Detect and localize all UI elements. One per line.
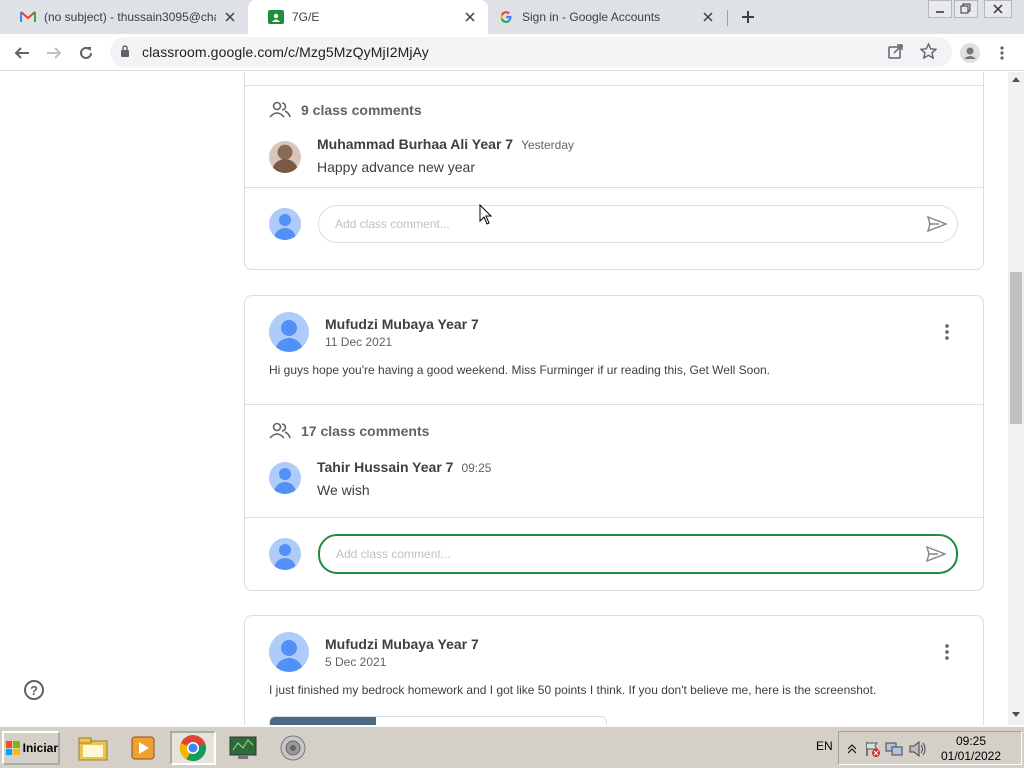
tab-google-signin[interactable]: Sign in - Google Accounts [478, 0, 726, 34]
clock-time[interactable]: 09:25 [941, 734, 1001, 748]
browser-tab-strip: (no subject) - thussain3095@challn 7G/E … [0, 0, 1024, 34]
minimize-button[interactable] [928, 0, 952, 18]
post-author: Mufudzi Mubaya Year 7 [325, 636, 479, 652]
browser-toolbar: classroom.google.com/c/Mzg5MzQyMjI2MjAy [0, 34, 1024, 71]
avatar [269, 462, 301, 494]
restore-button[interactable] [954, 0, 978, 18]
card-divider [245, 187, 983, 188]
avatar [269, 312, 309, 352]
comment-author: Tahir Hussain Year 7 09:25 [317, 459, 492, 475]
gmail-icon [20, 9, 36, 25]
scroll-thumb[interactable] [1010, 272, 1022, 424]
classroom-icon [268, 9, 284, 25]
tab-title: (no subject) - thussain3095@challn [44, 10, 216, 24]
attachment-thumbnail[interactable] [269, 716, 607, 725]
avatar [269, 208, 301, 240]
windows-logo-icon [6, 741, 20, 755]
network-icon[interactable] [885, 740, 903, 758]
action-center-warning-icon[interactable] [863, 740, 881, 758]
post-body: I just finished my bedrock homework and … [269, 683, 877, 697]
class-comments-toggle[interactable]: 9 class comments [269, 101, 422, 119]
network-monitor-icon[interactable] [220, 731, 266, 765]
back-button[interactable] [8, 39, 36, 67]
close-tab-icon[interactable] [462, 9, 478, 25]
comment-text: We wish [317, 482, 370, 498]
clock-date[interactable]: 01/01/2022 [939, 749, 1003, 763]
forward-button[interactable] [40, 39, 68, 67]
post-date: 11 Dec 2021 [325, 335, 393, 349]
url-text: classroom.google.com/c/Mzg5MzQyMjI2MjAy [142, 44, 429, 60]
media-player-icon[interactable] [120, 731, 166, 765]
close-tab-icon[interactable] [700, 9, 716, 25]
start-button[interactable]: Iniciar [2, 731, 60, 765]
classroom-stream: 9 class comments Muhammad Burhaa Ali Yea… [0, 72, 1008, 725]
card-divider [245, 517, 983, 518]
scroll-down-arrow-icon[interactable] [1012, 712, 1020, 718]
post-body: Hi guys hope you're having a good weeken… [269, 363, 770, 377]
start-label: Iniciar [22, 741, 58, 755]
tab-classroom[interactable]: 7G/E [248, 0, 488, 34]
send-icon[interactable] [924, 544, 948, 564]
file-explorer-icon[interactable] [70, 731, 116, 765]
post-date: 5 Dec 2021 [325, 655, 387, 669]
new-tab-button[interactable] [736, 5, 760, 29]
help-icon[interactable]: ? [24, 680, 44, 700]
post-card: 9 class comments Muhammad Burhaa Ali Yea… [244, 72, 984, 270]
page-scrollbar[interactable] [1008, 72, 1024, 725]
volume-icon[interactable] [909, 740, 927, 758]
post-author: Mufudzi Mubaya Year 7 [325, 316, 479, 332]
class-comments-toggle[interactable]: 17 class comments [269, 422, 429, 440]
close-window-button[interactable] [984, 0, 1012, 18]
comment-time: 09:25 [461, 461, 492, 475]
address-bar[interactable]: classroom.google.com/c/Mzg5MzQyMjI2MjAy [110, 37, 952, 67]
more-options-icon[interactable] [935, 640, 959, 664]
tab-title: Sign in - Google Accounts [522, 10, 661, 24]
google-icon [498, 9, 514, 25]
avatar [269, 538, 301, 570]
card-divider [245, 404, 983, 405]
tab-separator [727, 10, 728, 26]
share-icon[interactable] [888, 43, 904, 64]
reload-button[interactable] [72, 39, 100, 67]
comment-author: Muhammad Burhaa Ali Year 7 Yesterday [317, 136, 575, 152]
people-icon [269, 101, 291, 118]
send-icon[interactable] [925, 214, 949, 234]
tab-gmail[interactable]: (no subject) - thussain3095@challn [0, 0, 248, 34]
tab-title: 7G/E [292, 10, 320, 24]
post-card: Mufudzi Mubaya Year 7 5 Dec 2021 I just … [244, 615, 984, 725]
tray-expand-icon[interactable] [843, 740, 861, 758]
system-tray: 09:25 01/01/2022 [838, 731, 1022, 765]
post-card: Mufudzi Mubaya Year 7 11 Dec 2021 Hi guy… [244, 295, 984, 591]
comment-time: Yesterday [521, 138, 575, 152]
add-comment-input[interactable]: Add class comment... [318, 534, 958, 574]
card-divider [245, 85, 983, 86]
mouse-cursor-icon [479, 204, 493, 225]
profile-avatar-button[interactable] [956, 39, 984, 67]
comments-count: 17 class comments [301, 423, 430, 439]
lock-icon[interactable] [120, 45, 130, 63]
language-indicator[interactable]: EN [816, 739, 833, 753]
input-placeholder: Add class comment... [335, 217, 450, 231]
browser-menu-icon[interactable] [988, 39, 1016, 67]
speaker-app-icon[interactable] [270, 731, 316, 765]
add-comment-input[interactable]: Add class comment... [318, 205, 958, 243]
comment-text: Happy advance new year [317, 159, 475, 175]
os-taskbar: Iniciar EN 09:25 01/01/2022 [0, 725, 1024, 768]
bookmark-star-icon[interactable] [919, 42, 938, 64]
input-placeholder: Add class comment... [336, 547, 451, 561]
chrome-taskbar-icon[interactable] [170, 731, 216, 765]
people-icon [269, 422, 291, 439]
avatar [269, 141, 301, 173]
more-options-icon[interactable] [935, 320, 959, 344]
avatar [269, 632, 309, 672]
close-tab-icon[interactable] [222, 9, 238, 25]
comments-count: 9 class comments [301, 102, 422, 118]
scroll-up-arrow-icon[interactable] [1012, 76, 1020, 82]
